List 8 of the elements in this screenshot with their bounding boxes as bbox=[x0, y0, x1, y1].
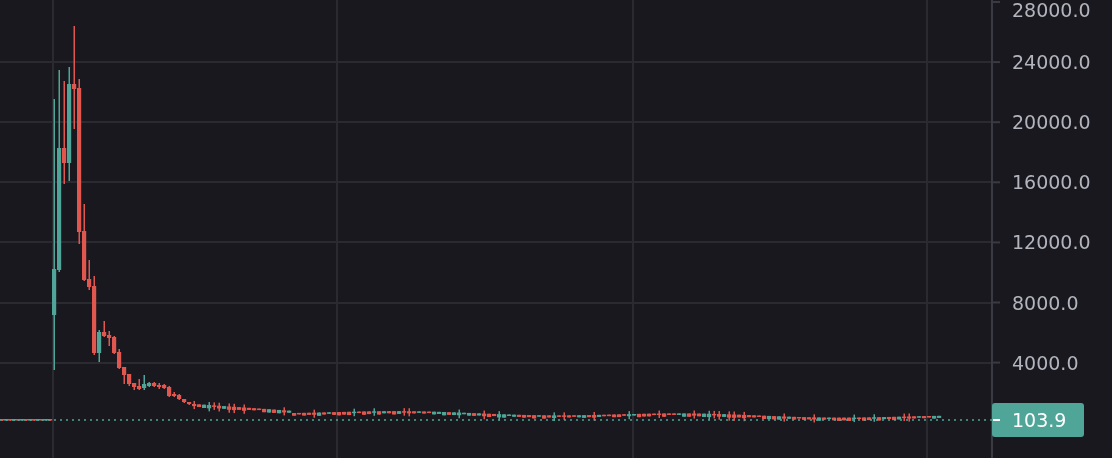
price-axis-label: 4000.0 bbox=[1012, 351, 1079, 374]
price-axis-label: 20000.0 bbox=[1012, 111, 1091, 134]
price-axis-label: 12000.0 bbox=[1012, 231, 1091, 254]
last-price-label: 103.9 bbox=[992, 403, 1084, 437]
price-axis-label: 24000.0 bbox=[1012, 51, 1091, 74]
price-axis-label: 8000.0 bbox=[1012, 291, 1079, 314]
price-axis-label: 16000.0 bbox=[1012, 171, 1091, 194]
price-axis-label: 28000.0 bbox=[1012, 0, 1091, 21]
